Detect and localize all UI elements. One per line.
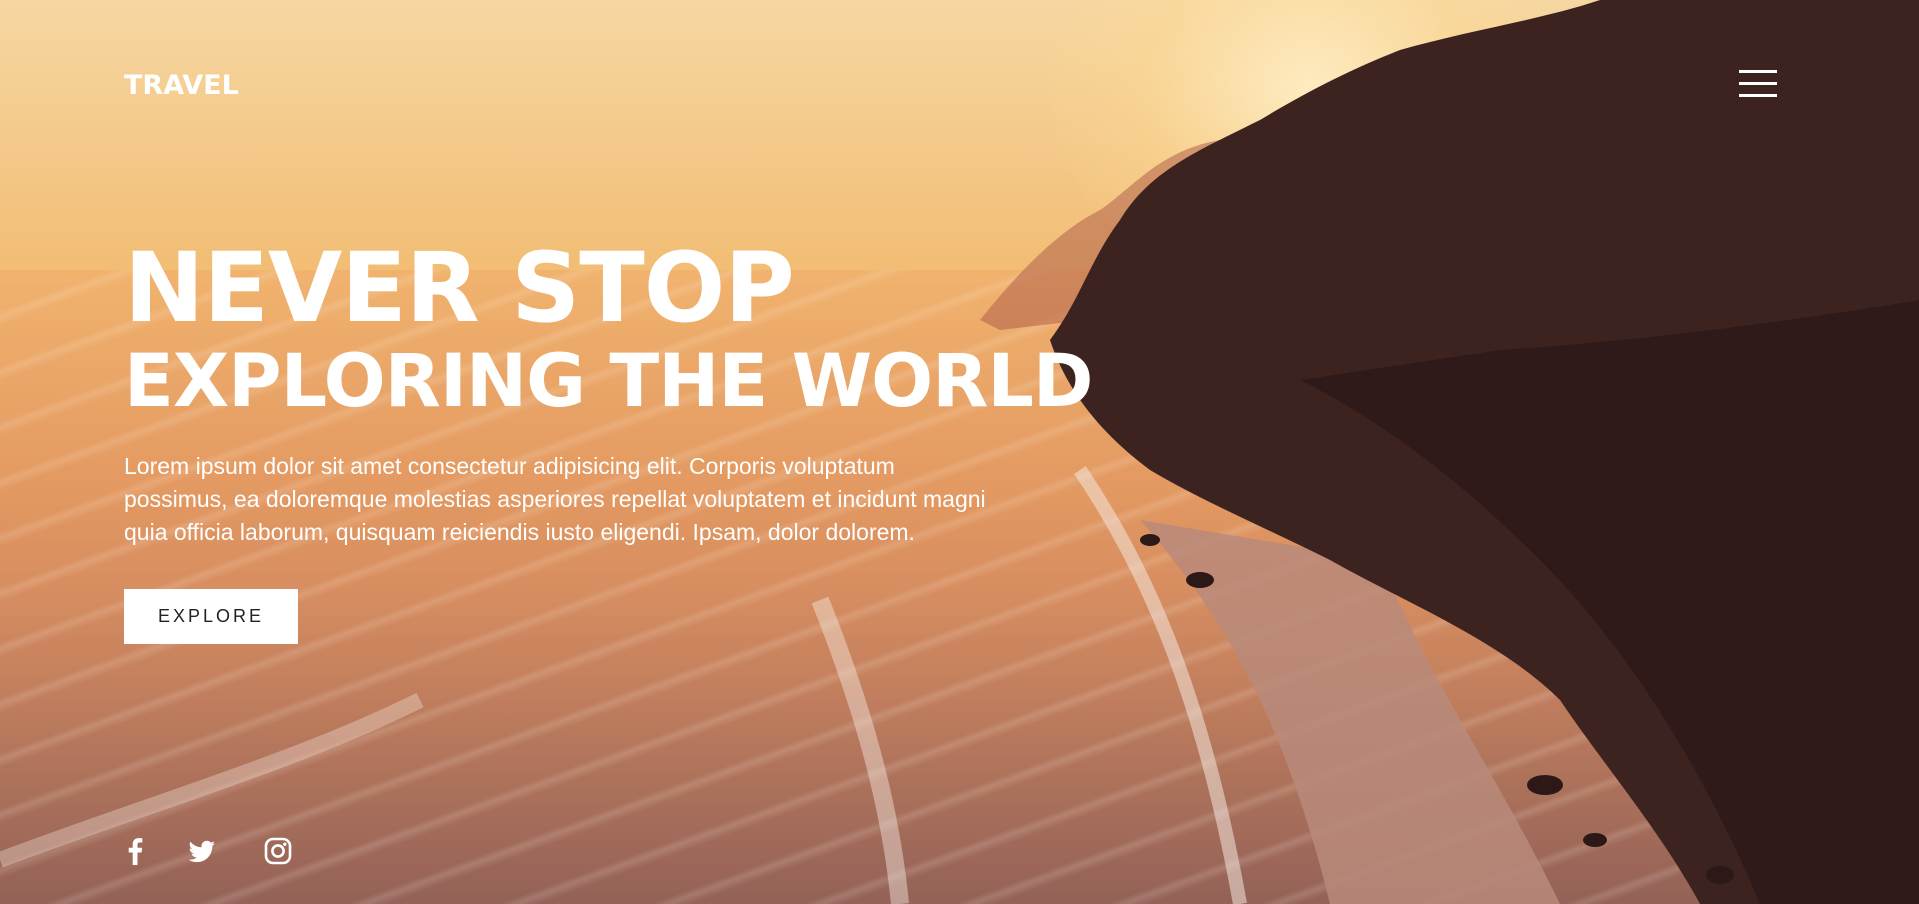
surf-foam — [811, 596, 909, 904]
facebook-icon[interactable] — [124, 836, 148, 871]
explore-button[interactable]: EXPLORE — [124, 589, 298, 644]
hero-headline-line2: EXPLORING THE WORLD — [124, 339, 1094, 424]
menu-line — [1739, 70, 1777, 73]
instagram-icon[interactable] — [263, 836, 293, 871]
twitter-icon[interactable] — [187, 836, 217, 871]
menu-line — [1739, 94, 1777, 97]
rock — [1706, 866, 1734, 884]
menu-line — [1739, 82, 1777, 85]
hero-description: Lorem ipsum dolor sit amet consectetur a… — [124, 453, 986, 545]
rock — [1527, 775, 1563, 795]
hero-headline-line1: NEVER STOP — [124, 232, 795, 344]
hero-content: NEVER STOP EXPLORING THE WORLD Lorem ips… — [124, 232, 1094, 644]
rock — [1583, 833, 1607, 847]
hamburger-menu-icon[interactable] — [1739, 70, 1777, 98]
hero-section: TRAVEL NEVER STOP EXPLORING THE WORLD Lo… — [0, 0, 1919, 904]
rock — [1186, 572, 1214, 588]
site-logo[interactable]: TRAVEL — [124, 70, 239, 101]
top-navigation: TRAVEL — [124, 64, 1777, 106]
rock — [1140, 534, 1160, 546]
